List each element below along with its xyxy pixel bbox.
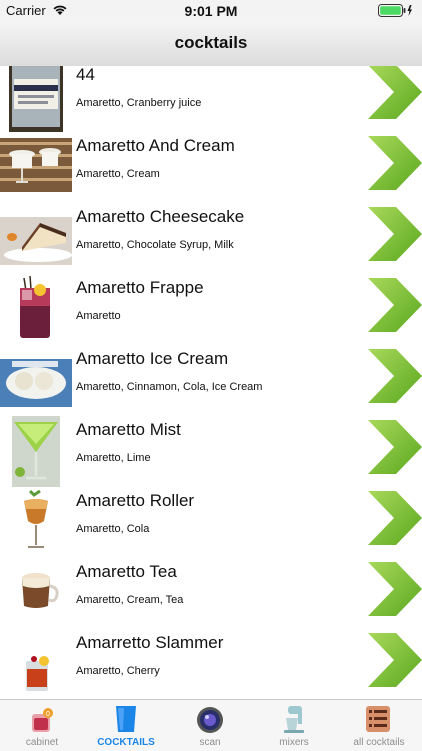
list-item[interactable]: Amaretto Mist Amaretto, Lime xyxy=(0,416,422,487)
cocktail-ingredients: Amaretto, Chocolate Syrup, Milk xyxy=(76,239,234,251)
cocktail-ingredients: Amaretto, Lime xyxy=(76,452,151,464)
tab-cocktails[interactable]: COCKTAILS xyxy=(84,700,168,751)
cocktail-thumbnail xyxy=(0,345,72,416)
tab-scan[interactable]: scan xyxy=(168,700,252,751)
svg-text:0: 0 xyxy=(46,711,50,718)
cocktail-ingredients: Amaretto, Cherry xyxy=(76,665,160,677)
cocktail-thumbnail xyxy=(0,558,72,629)
clock-label: 9:01 PM xyxy=(184,3,238,19)
cocktail-thumbnail xyxy=(0,487,72,558)
scan-icon xyxy=(197,707,223,733)
cocktail-name: Amaretto Roller xyxy=(76,491,195,510)
tab-label: scan xyxy=(199,737,221,748)
chevron-right-icon[interactable] xyxy=(368,562,422,616)
cocktail-thumbnail xyxy=(0,274,72,345)
status-bar: Carrier 9:01 PM xyxy=(0,0,422,22)
chevron-right-icon[interactable] xyxy=(368,278,422,332)
cocktail-ingredients: Amaretto, Cranberry juice xyxy=(76,97,202,109)
cocktail-ingredients: Amaretto, Cola xyxy=(76,523,150,535)
chevron-right-icon[interactable] xyxy=(368,66,422,119)
tab-label: cabinet xyxy=(25,737,59,748)
cocktail-name: Amaretto Tea xyxy=(76,562,177,581)
tab-mixers[interactable]: mixers xyxy=(252,700,336,751)
cocktail-name: Amaretto Mist xyxy=(76,420,181,439)
chevron-right-icon[interactable] xyxy=(368,420,422,474)
cocktail-thumbnail xyxy=(0,132,72,203)
cocktail-ingredients: Amaretto, Cinnamon, Cola, Ice Cream xyxy=(76,381,263,393)
navigation-bar: cocktails xyxy=(0,22,422,67)
cocktail-name: 44 xyxy=(76,66,95,84)
list-item[interactable]: Amaretto And Cream Amaretto, Cream xyxy=(0,132,422,203)
mixers-icon xyxy=(284,706,304,733)
chevron-right-icon[interactable] xyxy=(368,136,422,190)
cocktail-ingredients: Amaretto, Cream, Tea xyxy=(76,594,184,606)
tab-all-cocktails[interactable]: all cocktails xyxy=(336,700,422,751)
all-cocktails-icon xyxy=(366,706,390,732)
chevron-right-icon[interactable] xyxy=(368,633,422,687)
cocktail-thumbnail xyxy=(0,66,72,132)
tab-label: all cocktails xyxy=(353,737,405,748)
chevron-right-icon[interactable] xyxy=(368,207,422,261)
cocktail-name: Amaretto And Cream xyxy=(76,136,235,155)
list-item[interactable]: Amaretto Frappe Amaretto xyxy=(0,274,422,345)
page-title: cocktails xyxy=(174,33,248,52)
battery-icon xyxy=(378,4,412,17)
chevron-right-icon[interactable] xyxy=(368,349,422,403)
list-item[interactable]: Amaretto Cheesecake Amaretto, Chocolate … xyxy=(0,203,422,274)
list-item[interactable]: Amaretto Roller Amaretto, Cola xyxy=(0,487,422,558)
tab-label: mixers xyxy=(279,737,309,748)
list-item[interactable]: Amaretto Tea Amaretto, Cream, Tea xyxy=(0,558,422,629)
cocktail-thumbnail xyxy=(0,629,72,699)
cocktails-icon xyxy=(116,706,136,732)
list-item[interactable]: Amaretto Ice Cream Amaretto, Cinnamon, C… xyxy=(0,345,422,416)
cocktail-thumbnail xyxy=(0,203,72,274)
cocktail-name: Amaretto Ice Cream xyxy=(76,349,229,368)
cabinet-icon: 0 xyxy=(32,708,53,732)
list-item[interactable]: Amarretto Slammer Amaretto, Cherry xyxy=(0,629,422,699)
chevron-right-icon[interactable] xyxy=(368,491,422,545)
cocktail-thumbnail xyxy=(0,416,72,487)
list-item[interactable]: 44 Amaretto, Cranberry juice xyxy=(0,66,422,132)
tab-label: COCKTAILS xyxy=(97,737,155,748)
tab-cabinet[interactable]: 0 cabinet xyxy=(0,700,84,751)
cocktail-ingredients: Amaretto, Cream xyxy=(76,168,160,180)
cocktail-name: Amaretto Cheesecake xyxy=(76,207,245,226)
cocktail-name: Amarretto Slammer xyxy=(76,633,224,652)
cocktail-name: Amaretto Frappe xyxy=(76,278,204,297)
cocktail-ingredients: Amaretto xyxy=(76,310,121,322)
cocktail-list[interactable]: 44 Amaretto, Cranberry juice Amaretto An… xyxy=(0,66,422,699)
tab-bar: 0 cabinet COCKTAILS scan mixers all cock… xyxy=(0,699,422,751)
